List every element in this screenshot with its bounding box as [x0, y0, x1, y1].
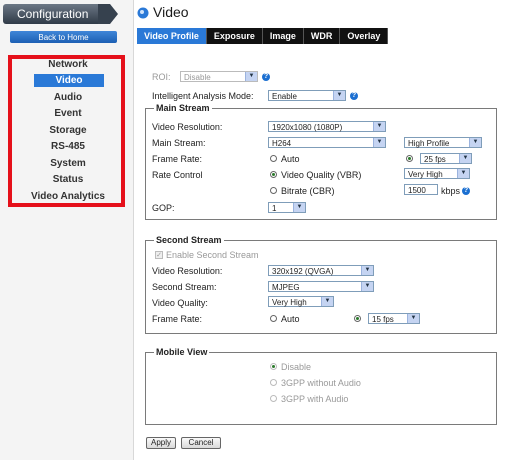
kbps-label: kbps [441, 186, 461, 196]
tab-video-profile[interactable]: Video Profile [137, 28, 207, 44]
main-stream-codec-select[interactable]: H264 ▼ [268, 137, 386, 148]
tab-bar: Video Profile Exposure Image WDR Overlay [137, 28, 389, 44]
second-video-resolution-select[interactable]: 320x192 (QVGA) ▼ [268, 265, 374, 276]
chevron-down-icon: ▼ [457, 169, 469, 178]
second-stream-codec-select[interactable]: MJPEG ▼ [268, 281, 374, 292]
enable-second-stream-label: Enable Second Stream [166, 250, 259, 260]
video-quality-select[interactable]: Very High ▼ [404, 168, 470, 179]
gop-label: GOP: [152, 203, 175, 213]
sidebar-item-system[interactable]: System [20, 157, 116, 170]
help-icon[interactable]: ? [262, 73, 270, 81]
second-fps-select[interactable]: 15 fps ▼ [368, 313, 420, 324]
main-fps-select[interactable]: 25 fps ▼ [420, 153, 472, 164]
sidebar-item-event[interactable]: Event [20, 107, 116, 120]
chevron-down-icon: ▼ [361, 266, 373, 275]
sidebar-item-network[interactable]: Network [20, 58, 116, 71]
enable-second-stream-checkbox[interactable]: ✓ [155, 251, 163, 259]
back-to-home-label: Back to Home [38, 32, 89, 42]
roi-select[interactable]: Disable ▼ [180, 71, 258, 82]
mobile-3gpp-audio-label: 3GPP with Audio [281, 394, 349, 404]
main-video-resolution-label: Video Resolution: [152, 122, 223, 132]
tab-overlay[interactable]: Overlay [340, 28, 389, 44]
second-video-quality-value: Very High [272, 298, 307, 307]
vbr-radio[interactable] [270, 171, 277, 178]
configuration-label: Configuration [17, 7, 89, 21]
second-video-resolution-label: Video Resolution: [152, 266, 223, 276]
second-frame-rate-auto-radio[interactable] [270, 315, 277, 322]
chevron-down-icon: ▼ [321, 297, 333, 306]
gop-select[interactable]: 1 ▼ [268, 202, 306, 213]
intelligent-analysis-mode-select[interactable]: Enable ▼ [268, 90, 346, 101]
chevron-down-icon: ▼ [469, 138, 481, 147]
mobile-disable-radio[interactable] [270, 363, 277, 370]
second-frame-rate-auto-label: Auto [281, 314, 300, 324]
rate-control-label: Rate Control [152, 170, 203, 180]
chevron-down-icon: ▼ [407, 314, 419, 323]
tab-wdr[interactable]: WDR [304, 28, 341, 44]
roi-value: Disable [184, 73, 211, 82]
intelligent-analysis-mode-label: Intelligent Analysis Mode: [152, 91, 254, 101]
roi-label: ROI: [152, 72, 171, 82]
main-frame-rate-fixed-radio[interactable] [406, 155, 413, 162]
cbr-label: Bitrate (CBR) [281, 186, 335, 196]
main-stream-label: Main Stream: [152, 138, 206, 148]
back-to-home-button[interactable]: Back to Home [10, 31, 117, 43]
main-stream-legend: Main Stream [154, 103, 212, 113]
mobile-view-legend: Mobile View [154, 347, 210, 357]
sidebar-item-rs485[interactable]: RS-485 [20, 140, 116, 153]
vbr-label: Video Quality (VBR) [281, 170, 362, 180]
main-stream-codec-value: H264 [272, 139, 292, 148]
second-frame-rate-label: Frame Rate: [152, 314, 203, 324]
bitrate-input[interactable]: 1500 [404, 184, 438, 195]
page-title: Video [153, 4, 189, 20]
tab-exposure[interactable]: Exposure [207, 28, 263, 44]
main-frame-rate-auto-label: Auto [281, 154, 300, 164]
video-quality-value: Very High [408, 170, 443, 179]
second-fps-value: 15 fps [372, 315, 394, 324]
sidebar-item-video-analytics[interactable]: Video Analytics [20, 190, 116, 203]
gop-value: 1 [272, 204, 277, 213]
second-stream-label: Second Stream: [152, 282, 217, 292]
mobile-view-group [145, 352, 497, 425]
tab-image[interactable]: Image [263, 28, 304, 44]
mobile-3gpp-no-audio-radio[interactable] [270, 379, 277, 386]
second-stream-codec-value: MJPEG [272, 283, 300, 292]
chevron-down-icon: ▼ [373, 138, 385, 147]
main-stream-profile-value: High Profile [408, 139, 450, 148]
mobile-3gpp-audio-radio[interactable] [270, 395, 277, 402]
mobile-3gpp-no-audio-label: 3GPP without Audio [281, 378, 361, 388]
mobile-disable-label: Disable [281, 362, 312, 372]
second-stream-legend: Second Stream [154, 235, 224, 245]
main-frame-rate-label: Frame Rate: [152, 154, 203, 164]
main-fps-value: 25 fps [424, 155, 446, 164]
chevron-down-icon: ▼ [459, 154, 471, 163]
chevron-down-icon: ▼ [361, 282, 373, 291]
help-icon[interactable]: ? [350, 92, 358, 100]
sidebar-item-storage[interactable]: Storage [20, 124, 116, 137]
main-video-resolution-select[interactable]: 1920x1080 (1080P) ▼ [268, 121, 386, 132]
cancel-button[interactable]: Cancel [181, 437, 221, 449]
chevron-right-icon [98, 4, 120, 24]
sidebar-item-status[interactable]: Status [20, 173, 116, 186]
intelligent-analysis-mode-value: Enable [272, 92, 297, 101]
main-video-resolution-value: 1920x1080 (1080P) [272, 123, 343, 132]
cbr-radio[interactable] [270, 187, 277, 194]
second-frame-rate-fixed-radio[interactable] [354, 315, 361, 322]
second-video-quality-select[interactable]: Very High ▼ [268, 296, 334, 307]
chevron-down-icon: ▼ [293, 203, 305, 212]
chevron-down-icon: ▼ [245, 72, 257, 81]
sidebar-item-video[interactable]: Video [34, 74, 104, 87]
apply-button[interactable]: Apply [146, 437, 176, 449]
chevron-down-icon: ▼ [373, 122, 385, 131]
main-frame-rate-auto-radio[interactable] [270, 155, 277, 162]
second-video-resolution-value: 320x192 (QVGA) [272, 267, 334, 276]
help-icon[interactable]: ? [462, 187, 470, 195]
sidebar-item-audio[interactable]: Audio [20, 91, 116, 104]
video-icon [137, 7, 149, 19]
chevron-down-icon: ▼ [333, 91, 345, 100]
main-stream-profile-select[interactable]: High Profile ▼ [404, 137, 482, 148]
second-video-quality-label: Video Quality: [152, 298, 208, 308]
